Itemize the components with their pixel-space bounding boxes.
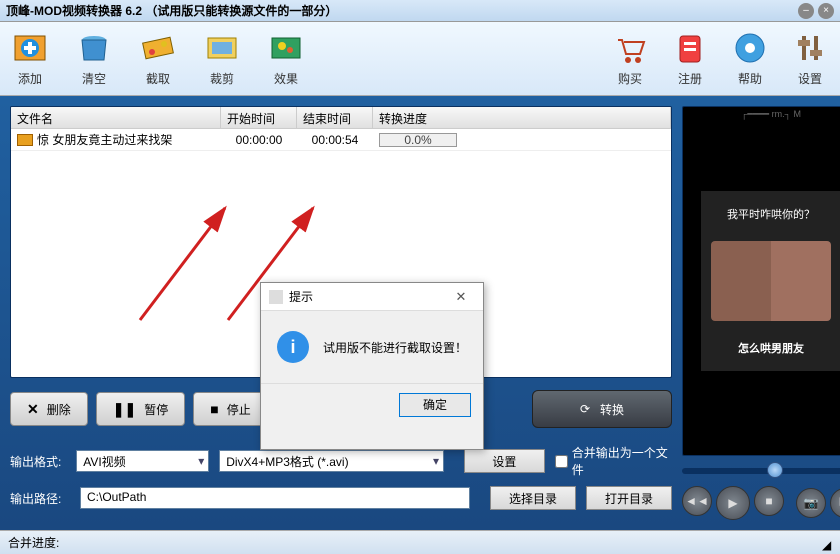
- dialog-message: 试用版不能进行截取设置！: [323, 339, 467, 356]
- add-button[interactable]: 添加: [12, 30, 48, 87]
- pause-icon: ❚❚: [113, 401, 136, 418]
- dialog-body: i 试用版不能进行截取设置！: [261, 311, 483, 383]
- snapshot-folder-button[interactable]: 🗀: [830, 488, 840, 518]
- register-label: 注册: [678, 70, 702, 87]
- dialog-title: 提示: [289, 288, 447, 305]
- slider-thumb[interactable]: [767, 462, 783, 478]
- preview-image-content: [711, 241, 831, 321]
- window-title: 顶峰-MOD视频转换器 6.2 （试用版只能转换源文件的一部分）: [6, 2, 798, 19]
- help-icon: [732, 30, 768, 66]
- player-controls: ◄◄ ▶ ■ 📷 🗀: [682, 486, 840, 520]
- toolbar: 添加 清空 截取 裁剪 效果 购买: [0, 22, 840, 96]
- cell-filename: 惊 女朋友竟主动过来找架: [37, 131, 172, 148]
- help-label: 帮助: [738, 70, 762, 87]
- player-prev-button[interactable]: ◄◄: [682, 486, 712, 516]
- cell-end: 00:00:54: [297, 133, 373, 147]
- film-icon: [17, 134, 33, 146]
- main-area: 安下载 anxz.com 文件名 开始时间 结束时间 转换进度 惊 女朋友竟主动…: [0, 96, 840, 530]
- cell-start: 00:00:00: [221, 133, 297, 147]
- seek-slider[interactable]: [682, 464, 840, 478]
- delete-button[interactable]: ✕删除: [10, 392, 88, 426]
- resize-grip[interactable]: ◢: [822, 538, 832, 548]
- crop-icon: [204, 30, 240, 66]
- cut-label: 截取: [146, 70, 170, 87]
- toolbar-right-group: 购买 注册 帮助 设置: [612, 30, 828, 87]
- preview-subtitle-bottom: 怎么哄男朋友: [738, 340, 804, 356]
- close-button[interactable]: ×: [818, 3, 834, 19]
- clear-button[interactable]: 清空: [76, 30, 112, 87]
- convert-button[interactable]: ⟳转换: [532, 390, 672, 428]
- col-progress[interactable]: 转换进度: [373, 107, 671, 128]
- table-header: 文件名 开始时间 结束时间 转换进度: [11, 107, 671, 129]
- crop-button[interactable]: 裁剪: [204, 30, 240, 87]
- dialog-ok-button[interactable]: 确定: [399, 393, 471, 417]
- preview-video-frame: 我平时咋哄你的？ 怎么哄男朋友: [701, 191, 840, 371]
- settings-label: 设置: [798, 70, 822, 87]
- open-dir-button[interactable]: 打开目录: [586, 486, 672, 510]
- dialog-footer: 确定: [261, 383, 483, 425]
- preview-panel: ┌━━━━ rm.┐ M 我平时咋哄你的？ 怎么哄男朋友 ◄◄ ▶ ■: [682, 106, 840, 520]
- statusbar: 合并进度: ◢: [0, 530, 840, 554]
- format-label: 输出格式:: [10, 453, 66, 470]
- format-select-2[interactable]: DivX4+MP3格式 (*.avi): [219, 450, 444, 472]
- format-settings-button[interactable]: 设置: [464, 449, 545, 473]
- window-buttons: – ×: [798, 3, 834, 19]
- output-settings: 输出格式: AVI视频 DivX4+MP3格式 (*.avi) 设置 合并输出为…: [10, 440, 672, 510]
- settings-button[interactable]: 设置: [792, 30, 828, 87]
- info-dialog: 提示 ✕ i 试用版不能进行截取设置！ 确定: [260, 282, 484, 450]
- effect-icon: [268, 30, 304, 66]
- cut-button[interactable]: 截取: [140, 30, 176, 87]
- cut-icon: [140, 30, 176, 66]
- col-start[interactable]: 开始时间: [221, 107, 297, 128]
- minimize-button[interactable]: –: [798, 3, 814, 19]
- pause-button[interactable]: ❚❚暂停: [96, 392, 185, 426]
- clear-label: 清空: [82, 70, 106, 87]
- effect-button[interactable]: 效果: [268, 30, 304, 87]
- info-icon: i: [277, 331, 309, 363]
- register-icon: [672, 30, 708, 66]
- table-row[interactable]: 惊 女朋友竟主动过来找架 00:00:00 00:00:54 0.0%: [11, 129, 671, 151]
- path-label: 输出路径:: [10, 490, 70, 507]
- preview-headerbar: ┌━━━━ rm.┐ M: [683, 109, 840, 123]
- dialog-close-button[interactable]: ✕: [447, 287, 475, 307]
- register-button[interactable]: 注册: [672, 30, 708, 87]
- preview-subtitle-top: 我平时咋哄你的？: [727, 206, 815, 222]
- add-label: 添加: [18, 70, 42, 87]
- merge-checkbox-wrap[interactable]: 合并输出为一个文件: [555, 444, 672, 478]
- col-end[interactable]: 结束时间: [297, 107, 373, 128]
- buy-button[interactable]: 购买: [612, 30, 648, 87]
- toolbar-left-group: 添加 清空 截取 裁剪 效果: [12, 30, 304, 87]
- buy-icon: [612, 30, 648, 66]
- choose-dir-button[interactable]: 选择目录: [490, 486, 576, 510]
- clear-icon: [76, 30, 112, 66]
- path-input[interactable]: C:\OutPath: [80, 487, 470, 509]
- dialog-title-icon: [269, 290, 283, 304]
- player-stop-button[interactable]: ■: [754, 486, 784, 516]
- preview-area: ┌━━━━ rm.┐ M 我平时咋哄你的？ 怎么哄男朋友: [682, 106, 840, 456]
- crop-label: 裁剪: [210, 70, 234, 87]
- help-button[interactable]: 帮助: [732, 30, 768, 87]
- add-icon: [12, 30, 48, 66]
- stop-button[interactable]: ■停止: [193, 392, 267, 426]
- effect-label: 效果: [274, 70, 298, 87]
- format-select-1[interactable]: AVI视频: [76, 450, 209, 472]
- refresh-icon: ⟳: [580, 402, 590, 416]
- app-window: 顶峰-MOD视频转换器 6.2 （试用版只能转换源文件的一部分） – × 添加 …: [0, 0, 840, 554]
- progress-bar: 0.0%: [379, 133, 457, 147]
- settings-icon: [792, 30, 828, 66]
- titlebar: 顶峰-MOD视频转换器 6.2 （试用版只能转换源文件的一部分） – ×: [0, 0, 840, 22]
- stop-icon: ■: [210, 401, 218, 417]
- merge-checkbox[interactable]: [555, 455, 568, 468]
- col-filename[interactable]: 文件名: [11, 107, 221, 128]
- x-icon: ✕: [27, 401, 39, 418]
- snapshot-button[interactable]: 📷: [796, 488, 826, 518]
- dialog-titlebar: 提示 ✕: [261, 283, 483, 311]
- merge-progress-label: 合并进度:: [8, 534, 59, 551]
- buy-label: 购买: [618, 70, 642, 87]
- player-play-button[interactable]: ▶: [716, 486, 750, 520]
